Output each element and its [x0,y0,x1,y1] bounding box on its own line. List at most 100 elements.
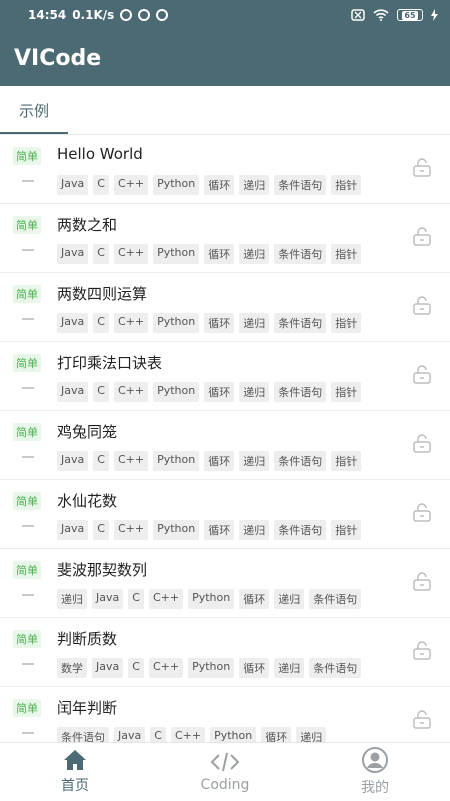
tag: C [93,520,109,540]
tag: C [93,244,109,264]
example-list-item[interactable]: 简单 判断质数 数学 Java C C++ Python 循环 递归 条件语句 [0,618,450,687]
unlock-icon [413,572,431,591]
tag: Python [153,382,200,402]
tag: C++ [170,727,206,742]
dash-divider [22,732,34,734]
nav-profile[interactable]: 我的 [300,743,450,801]
tab-examples[interactable]: 示例 [0,86,68,134]
status-bar: 14:54 0.1K/s 65 [0,0,450,30]
tag: C++ [113,313,149,333]
tag: 循环 [204,382,235,402]
tag: 条件语句 [274,382,327,402]
tag: 指针 [331,520,362,540]
example-title: Hello World [57,145,143,163]
example-list-item[interactable]: 简单 Hello World Java C C++ Python 循环 递归 条件语句 指针 [0,135,450,204]
dash-divider [22,525,34,527]
tag: Python [153,175,200,195]
tag: 条件语句 [309,589,362,609]
nav-home-label: 首页 [61,778,89,794]
tag: 递归 [274,658,305,678]
tag-list: 递归 Java C C++ Python 循环 递归 条件语句 [57,589,362,609]
example-list-item[interactable]: 简单 斐波那契数列 递归 Java C C++ Python 循环 递归 条件语句 [0,549,450,618]
tag: C [128,658,144,678]
tag: 递归 [296,727,327,742]
wifi-icon [373,9,389,21]
unlock-icon [413,641,431,660]
tag: Java [114,727,146,742]
tag: 指针 [331,451,362,471]
tag: 条件语句 [274,520,327,540]
tag: 条件语句 [274,175,327,195]
nav-home[interactable]: 首页 [0,743,150,801]
status-speed: 0.1K/s [72,8,115,22]
tag: 递归 [239,244,270,264]
tag-list: 条件语句 Java C C++ Python 循环 递归 [57,727,327,742]
example-list-item[interactable]: 简单 水仙花数 Java C C++ Python 循环 递归 条件语句 指针 [0,480,450,549]
tag: Java [57,451,89,471]
example-list-item[interactable]: 简单 闰年判断 条件语句 Java C C++ Python 循环 递归 [0,687,450,742]
home-icon [64,750,86,770]
dash-divider [22,663,34,665]
tag: C++ [148,589,184,609]
sim-off-icon [351,9,365,21]
difficulty-badge: 简单 [13,423,41,441]
example-list-item[interactable]: 简单 打印乘法口诀表 Java C C++ Python 循环 递归 条件语句 指针 [0,342,450,411]
unlock-icon [413,710,431,729]
tag: 循环 [239,589,270,609]
example-list-item[interactable]: 简单 鸡兔同笼 Java C C++ Python 循环 递归 条件语句 指针 [0,411,450,480]
tag: 指针 [331,244,362,264]
tag-list: Java C C++ Python 循环 递归 条件语句 指针 [57,382,362,402]
bottom-nav: 首页 Coding 我的 [0,742,450,801]
example-title: 两数之和 [57,216,118,234]
unlock-icon [413,227,431,246]
tag: C [93,451,109,471]
tag: C++ [113,520,149,540]
difficulty-badge: 简单 [13,492,41,510]
difficulty-badge: 简单 [13,147,41,165]
tag: 递归 [239,175,270,195]
tab-examples-label: 示例 [18,101,49,120]
tag-list: Java C C++ Python 循环 递归 条件语句 指针 [57,244,362,264]
example-title: 鸡兔同笼 [57,423,118,441]
unlock-icon [413,296,431,315]
tag: 条件语句 [274,451,327,471]
difficulty-badge: 简单 [13,285,41,303]
tag-list: Java C C++ Python 循环 递归 条件语句 指针 [57,520,362,540]
tag: 指针 [331,175,362,195]
battery-icon: 65 [397,9,423,21]
tag: 递归 [239,520,270,540]
tag: C++ [148,658,184,678]
dash-divider [22,318,34,320]
tag: Python [153,244,200,264]
tag: C [128,589,144,609]
shield-icon [120,9,133,21]
tag: 循环 [204,451,235,471]
profile-icon [362,747,388,773]
tag: 循环 [204,520,235,540]
dash-divider [22,594,34,596]
tag: C++ [113,244,149,264]
tag-list: Java C C++ Python 循环 递归 条件语句 指针 [57,175,362,195]
difficulty-badge: 简单 [13,354,41,372]
tag: Java [92,658,124,678]
tag: Java [57,175,89,195]
notification-icon [138,9,151,21]
example-list-item[interactable]: 简单 两数四则运算 Java C C++ Python 循环 递归 条件语句 指针 [0,273,450,342]
nav-coding-label: Coding [200,777,250,793]
example-title: 闰年判断 [57,699,118,717]
tag: Java [57,382,89,402]
example-title: 斐波那契数列 [57,561,148,579]
nav-coding[interactable]: Coding [150,743,300,801]
tag-list: Java C C++ Python 循环 递归 条件语句 指针 [57,451,362,471]
tag: 条件语句 [274,313,327,333]
example-title: 两数四则运算 [57,285,148,303]
tag: C [93,175,109,195]
tag: Python [153,313,200,333]
tag: C [93,313,109,333]
tab-bar: 示例 [0,86,450,135]
tag: Java [92,589,124,609]
example-list-item[interactable]: 简单 两数之和 Java C C++ Python 循环 递归 条件语句 指针 [0,204,450,273]
example-title: 判断质数 [57,630,118,648]
tag: C [93,382,109,402]
tag: 循环 [204,175,235,195]
